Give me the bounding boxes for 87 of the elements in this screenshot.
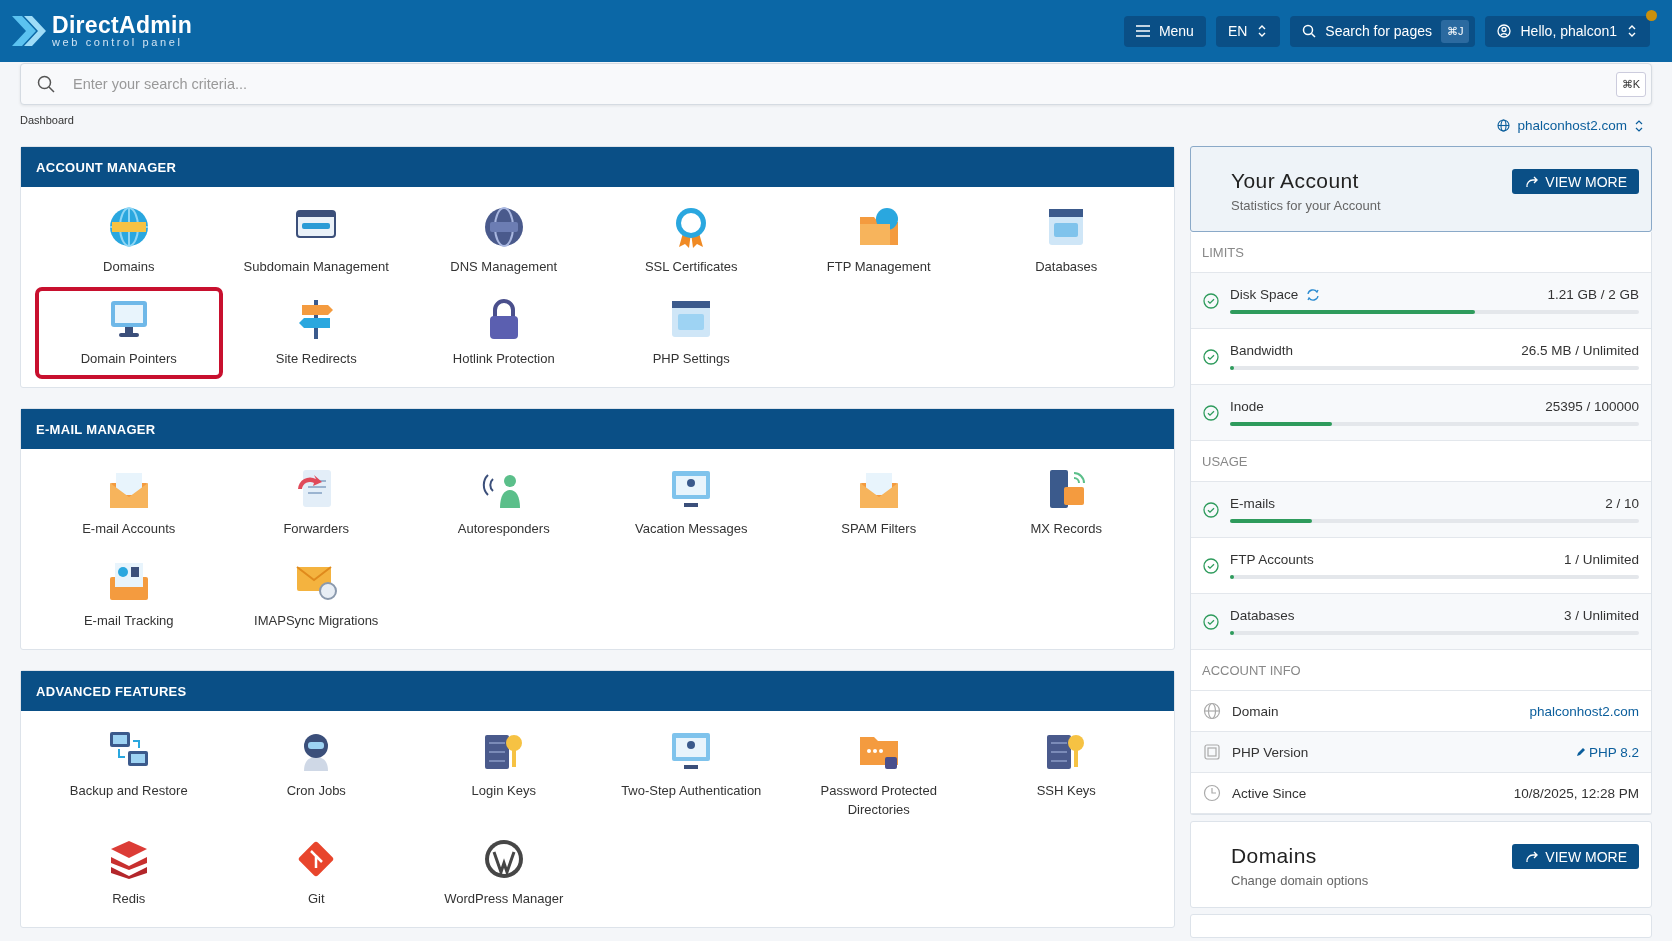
feature-tile[interactable]: Databases — [972, 195, 1160, 287]
feature-tile[interactable]: SSL Certificates — [597, 195, 785, 287]
chip-icon — [1203, 743, 1221, 761]
check-circle-icon — [1203, 348, 1219, 365]
stat-label: Disk Space — [1230, 287, 1299, 302]
stat-label: Databases — [1230, 608, 1295, 623]
card-subtitle: Statistics for your Account — [1231, 198, 1381, 213]
feature-tile[interactable]: Vacation Messages — [597, 457, 785, 549]
feature-tile[interactable]: Domains — [35, 195, 223, 287]
feature-tile[interactable]: MX Records — [972, 457, 1160, 549]
breadcrumb[interactable]: Dashboard — [20, 114, 74, 126]
refresh-icon[interactable] — [1306, 287, 1321, 302]
domain-selector[interactable]: phalconhost2.com — [1497, 118, 1644, 133]
stat-value: 2 / 10 — [1605, 496, 1639, 511]
feature-tile[interactable]: Password Protected Directories — [785, 719, 973, 827]
check-circle-icon — [1203, 292, 1219, 309]
redirect-arrow-icon — [1524, 849, 1540, 864]
feature-tile[interactable]: Git — [222, 827, 410, 919]
check-circle-icon — [1203, 557, 1219, 574]
feature-tile[interactable]: E-mail Tracking — [35, 549, 223, 641]
language-selector[interactable]: EN — [1215, 15, 1281, 47]
stat-value: 3 / Unlimited — [1563, 608, 1639, 623]
info-label: Domain — [1232, 703, 1279, 719]
feature-tile[interactable]: WordPress Manager — [410, 827, 598, 919]
feature-tile[interactable]: E-mail Accounts — [35, 457, 223, 549]
info-label: PHP Version — [1232, 744, 1309, 760]
feature-tile[interactable]: PHP Settings — [597, 287, 785, 379]
menu-icon — [1135, 25, 1150, 37]
redirect-arrow-icon — [1524, 174, 1540, 189]
feature-tile[interactable]: FTP Management — [785, 195, 973, 287]
section-header: ACCOUNT MANAGER — [21, 147, 1174, 187]
feature-tile[interactable]: Autoresponders — [410, 457, 598, 549]
globe-icon — [1497, 119, 1511, 132]
section-header: ADVANCED FEATURES — [21, 671, 1174, 711]
shortcut-key: ⌘J — [1441, 19, 1470, 43]
feature-tile[interactable]: Forwarders — [222, 457, 410, 549]
info-label: Active Since — [1232, 785, 1307, 801]
feature-tile[interactable]: Domain Pointers — [35, 287, 223, 379]
stat-value: 1 / Unlimited — [1563, 552, 1639, 567]
caret-icon — [1626, 23, 1638, 39]
stat-label: Inode — [1230, 399, 1264, 414]
stat-value: 26.5 MB / Unlimited — [1521, 343, 1639, 358]
feature-tile[interactable]: Site Redirects — [222, 287, 410, 379]
feature-tile[interactable]: Login Keys — [410, 719, 598, 827]
feature-tile[interactable]: IMAPSync Migrations — [222, 549, 410, 641]
feature-tile[interactable]: DNS Management — [410, 195, 598, 287]
section-header: E-MAIL MANAGER — [21, 409, 1174, 449]
feature-tile[interactable]: Cron Jobs — [222, 719, 410, 827]
logo-name: DirectAdmin — [52, 14, 193, 36]
search-icon — [37, 75, 55, 93]
view-more-button[interactable]: VIEW MORE — [1512, 169, 1639, 194]
globe-icon — [1203, 702, 1221, 720]
card-subtitle: Change domain options — [1231, 873, 1369, 888]
domain-link[interactable]: phalconhost2.com — [1529, 703, 1639, 719]
feature-tile[interactable]: SSH Keys — [972, 719, 1160, 827]
feature-tile[interactable]: Subdomain Management — [222, 195, 410, 287]
page-search-button[interactable]: Search for pages ⌘J — [1290, 15, 1476, 47]
user-icon — [1497, 24, 1512, 38]
search-input[interactable]: Enter your search criteria... — [71, 64, 1600, 104]
php-version-link[interactable]: PHP 8.2 — [1575, 744, 1639, 760]
check-circle-icon — [1203, 501, 1219, 518]
stat-label: E-mails — [1230, 496, 1275, 511]
feature-tile[interactable]: SPAM Filters — [785, 457, 973, 549]
user-menu[interactable]: Hello, phalcon1 — [1485, 15, 1650, 47]
search-field[interactable]: Enter your search criteria... ⌘K — [20, 63, 1652, 105]
menu-button[interactable]: Menu — [1123, 15, 1206, 47]
pencil-icon — [1575, 747, 1586, 757]
card-title: Your Account — [1231, 169, 1360, 193]
notification-dot — [1646, 10, 1657, 21]
caret-icon — [1634, 118, 1644, 133]
clock-icon — [1203, 784, 1221, 802]
feature-tile[interactable]: Hotlink Protection — [410, 287, 598, 379]
search-icon — [1302, 24, 1317, 38]
logo-tagline: web control panel — [52, 36, 184, 48]
check-circle-icon — [1203, 613, 1219, 630]
stat-label: Bandwidth — [1230, 343, 1294, 358]
view-more-button[interactable]: VIEW MORE — [1512, 844, 1639, 869]
check-circle-icon — [1203, 404, 1219, 421]
card-title: Domains — [1231, 844, 1318, 868]
feature-tile[interactable]: Backup and Restore — [35, 719, 223, 827]
feature-tile[interactable]: Redis — [35, 827, 223, 919]
shortcut-key: ⌘K — [1615, 71, 1646, 97]
stat-value: 25395 / 100000 — [1545, 399, 1639, 414]
stat-label: FTP Accounts — [1230, 552, 1314, 567]
feature-tile[interactable]: Two-Step Authentication — [597, 719, 785, 827]
stat-value: 1.21 GB / 2 GB — [1547, 287, 1639, 302]
info-value: 10/8/2025, 12:28 PM — [1513, 785, 1639, 801]
